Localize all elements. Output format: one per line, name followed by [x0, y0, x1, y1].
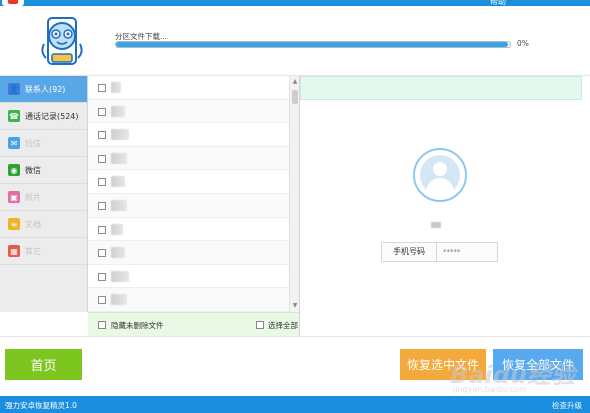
scroll-down-icon[interactable]: ▼ — [291, 302, 299, 310]
action-bar: 首页 恢复选中文件 恢复全部文件 — [0, 336, 590, 396]
file-list-scrollbar[interactable]: ▲ ▼ — [289, 76, 299, 312]
redacted-contact-name — [111, 152, 127, 164]
row-checkbox[interactable] — [98, 178, 106, 187]
list-item[interactable] — [88, 99, 299, 124]
sidebar-item-1[interactable]: ☎ 通话记录(524) — [0, 103, 87, 130]
avatar-placeholder-icon — [420, 155, 460, 195]
row-checkbox[interactable] — [98, 249, 106, 258]
scroll-thumb[interactable] — [292, 90, 298, 104]
phone-number-label: 手机号码 — [382, 243, 437, 261]
check-update-link[interactable]: 检查升级 — [552, 400, 582, 411]
row-checkbox[interactable] — [98, 107, 106, 116]
sidebar-item-label: 通话记录(524) — [25, 111, 79, 121]
progress-panel: 分区文件下载... 0% — [0, 6, 590, 76]
list-item[interactable] — [88, 146, 299, 171]
hide-deleted-checkbox[interactable] — [98, 321, 106, 329]
row-checkbox[interactable] — [98, 201, 106, 210]
app-window: 帮助 分区文件下载... 0% 👤 联系人(92) ☎ 通话记录(524) ✉ 短信 ◉ 微信… — [0, 0, 590, 413]
sidebar-item-4[interactable]: ▣ 照片 — [0, 184, 87, 211]
phone-number-value: ***** — [443, 248, 461, 256]
sidebar-item-label: 其它 — [25, 246, 41, 256]
redacted-contact-name — [111, 294, 127, 306]
redacted-contact-name — [111, 176, 125, 188]
list-item[interactable] — [88, 265, 299, 289]
home-button[interactable]: 首页 — [5, 349, 82, 380]
contact-name-redacted — [431, 222, 441, 228]
status-bar: 强力安卓恢复精灵1.0 检查升级 — [0, 396, 590, 413]
apps-icon: ▦ — [8, 245, 20, 257]
list-item[interactable] — [88, 218, 299, 242]
row-checkbox[interactable] — [98, 272, 106, 281]
sidebar-item-label: 文档 — [25, 219, 41, 229]
sms-icon: ✉ — [8, 137, 20, 149]
list-item[interactable] — [88, 76, 299, 100]
sidebar-item-6[interactable]: ▦ 其它 — [0, 238, 87, 265]
list-item[interactable] — [88, 123, 299, 147]
sidebar-item-label: 微信 — [25, 165, 41, 175]
document-icon: ≡ — [8, 218, 20, 230]
avatar — [413, 148, 467, 202]
contact-detail-pane: 手机号码 ***** — [300, 76, 590, 336]
list-item[interactable] — [88, 170, 299, 194]
select-all-checkbox[interactable] — [256, 321, 264, 329]
redacted-contact-name — [111, 82, 121, 93]
redacted-contact-name — [111, 223, 123, 235]
phone-icon: ☎ — [8, 110, 20, 122]
mascot-icon — [41, 17, 83, 65]
hide-deleted-label: 隐藏未删除文件 — [111, 321, 164, 330]
recover-selected-button[interactable]: 恢复选中文件 — [400, 349, 486, 380]
sidebar-item-label: 照片 — [25, 192, 41, 202]
phone-number-row: 手机号码 ***** — [381, 242, 498, 262]
redacted-contact-name — [111, 199, 127, 211]
app-version-text: 强力安卓恢复精灵1.0 — [5, 401, 77, 410]
list-item[interactable] — [88, 241, 299, 265]
row-checkbox[interactable] — [98, 131, 106, 140]
file-list — [88, 76, 300, 312]
redacted-contact-name — [111, 270, 129, 282]
sidebar-item-label: 短信 — [25, 138, 41, 148]
progress-bar-fill — [116, 42, 509, 47]
detail-header — [300, 76, 582, 100]
sidebar-item-3[interactable]: ◉ 微信 — [0, 157, 87, 184]
redacted-contact-name — [111, 129, 129, 141]
sidebar-item-5[interactable]: ≡ 文档 — [0, 211, 87, 238]
row-checkbox[interactable] — [98, 84, 106, 92]
row-checkbox[interactable] — [98, 225, 106, 234]
row-checkbox[interactable] — [98, 296, 106, 305]
list-item[interactable] — [88, 193, 299, 218]
select-all-label: 选择全部 — [268, 321, 298, 330]
scroll-up-icon[interactable]: ▲ — [291, 78, 299, 86]
photo-icon: ▣ — [8, 191, 20, 203]
redacted-contact-name — [111, 247, 125, 259]
category-sidebar: 👤 联系人(92) ☎ 通话记录(524) ✉ 短信 ◉ 微信 ▣ 照片 ≡ 文档 ▦ 其它 — [0, 76, 88, 312]
list-item[interactable] — [88, 288, 299, 312]
contacts-icon: 👤 — [8, 83, 20, 95]
row-checkbox[interactable] — [98, 154, 106, 163]
sidebar-item-0[interactable]: 👤 联系人(92) — [0, 76, 87, 103]
recover-all-button[interactable]: 恢复全部文件 — [493, 349, 583, 380]
wechat-icon: ◉ — [8, 164, 20, 176]
redacted-contact-name — [111, 105, 125, 117]
file-list-footer: 隐藏未删除文件 选择全部 — [88, 312, 300, 336]
sidebar-item-2[interactable]: ✉ 短信 — [0, 130, 87, 157]
sidebar-item-label: 联系人(92) — [25, 84, 66, 94]
progress-percent: 0% — [517, 39, 529, 48]
progress-bar — [115, 41, 511, 48]
